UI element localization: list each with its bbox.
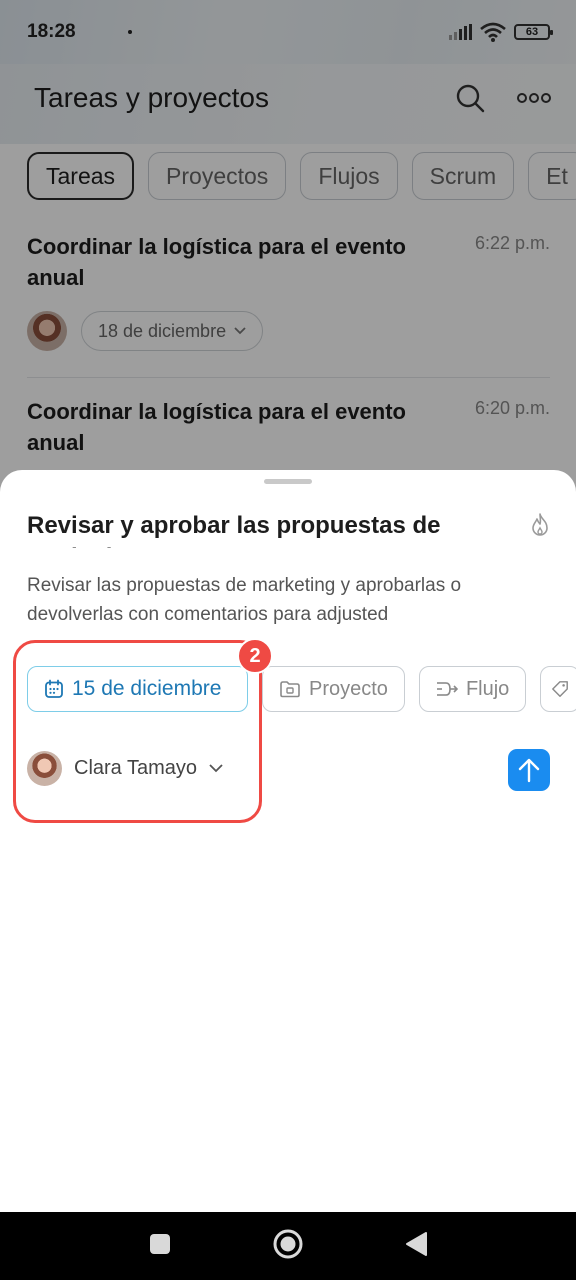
flow-icon <box>436 682 458 696</box>
highlight-box <box>13 640 262 823</box>
tag-icon <box>552 681 569 697</box>
back-icon[interactable] <box>404 1231 428 1257</box>
project-button[interactable]: Proyecto <box>262 666 405 712</box>
folder-icon <box>280 681 300 698</box>
tag-button[interactable] <box>540 666 576 712</box>
navigation-bar <box>0 1212 576 1280</box>
send-button[interactable] <box>508 749 550 791</box>
new-task-sheet: Revisar y aprobar las propuestas de mark… <box>0 470 576 1212</box>
home-icon[interactable] <box>272 1228 304 1260</box>
drag-handle[interactable] <box>264 479 312 484</box>
step-badge: 2 <box>237 638 273 674</box>
flow-label: Flujo <box>465 677 510 700</box>
flow-button[interactable]: Flujo <box>418 666 527 712</box>
recents-icon[interactable] <box>149 1233 171 1255</box>
project-label: Proyecto <box>309 677 388 700</box>
task-description-input[interactable]: Revisar las propuestas de marketing y ap… <box>27 571 547 629</box>
flame-icon[interactable] <box>528 512 552 538</box>
task-title-input[interactable]: Revisar y aprobar las propuestas de mark… <box>27 510 497 548</box>
arrow-up-icon <box>518 758 540 783</box>
